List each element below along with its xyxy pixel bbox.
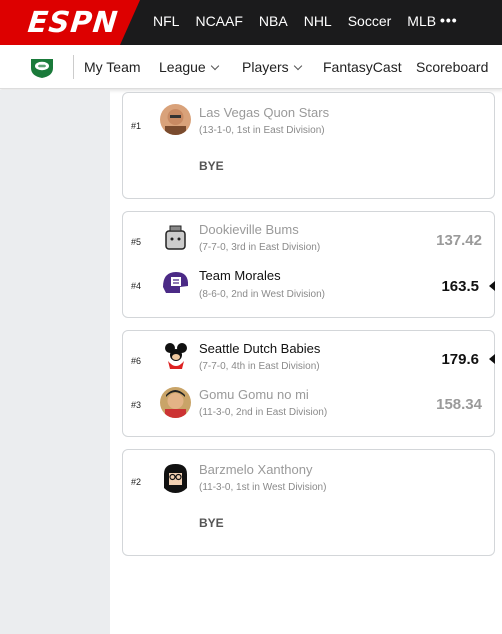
matchup-card[interactable]: #2 Barzmelo Xanthony (11-3-0, 1st in Wes… <box>122 449 495 556</box>
fantasy-subnav: My Team League Players FantasyCast Score… <box>0 45 502 89</box>
team-avatar[interactable] <box>160 341 191 372</box>
team-record: (11-3-0, 2nd in East Division) <box>199 407 328 418</box>
team-rank: #1 <box>131 121 142 131</box>
team-avatar[interactable] <box>160 222 191 253</box>
subnav-divider <box>73 55 74 79</box>
team-record: (11-3-0, 1st in West Division) <box>199 482 327 493</box>
team-name[interactable]: Seattle Dutch Babies <box>199 341 320 356</box>
team-record: (7-7-0, 4th in East Division) <box>199 361 320 372</box>
espn-logo[interactable]: ESPN <box>26 5 120 39</box>
team-rank: #5 <box>131 237 142 247</box>
team-name[interactable]: Team Morales <box>199 268 281 283</box>
my-team-link[interactable]: My Team <box>84 59 141 75</box>
team-avatar[interactable] <box>160 104 191 135</box>
nav-mlb[interactable]: MLB <box>407 13 436 33</box>
team-rank: #3 <box>131 400 142 410</box>
left-rail <box>0 90 110 634</box>
league-menu[interactable]: League <box>159 59 219 75</box>
team-name[interactable]: Barzmelo Xanthony <box>199 462 312 477</box>
team-rank: #4 <box>131 281 142 291</box>
team-avatar[interactable] <box>160 267 191 298</box>
chevron-down-icon <box>210 61 219 71</box>
winner-arrow-icon <box>489 281 495 291</box>
espn-logo-area[interactable]: ESPN <box>0 0 140 45</box>
bye-label: BYE <box>199 516 224 530</box>
team-rank: #2 <box>131 477 142 487</box>
matchup-card[interactable]: #1 Las Vegas Quon Stars (13-1-0, 1st in … <box>122 92 495 199</box>
team-name[interactable]: Las Vegas Quon Stars <box>199 105 329 120</box>
players-label: Players <box>242 59 289 75</box>
team-avatar[interactable] <box>160 387 191 418</box>
league-label: League <box>159 59 206 75</box>
nav-soccer[interactable]: Soccer <box>348 13 392 33</box>
fantasycast-link[interactable]: FantasyCast <box>323 59 402 75</box>
team-avatar[interactable] <box>160 462 191 493</box>
team-name[interactable]: Gomu Gomu no mi <box>199 387 309 402</box>
bye-label: BYE <box>199 159 224 173</box>
players-menu[interactable]: Players <box>242 59 302 75</box>
top-nav-bar: ESPN NFL NCAAF NBA NHL Soccer MLB ••• <box>0 0 502 45</box>
chevron-down-icon <box>293 61 302 71</box>
team-rank: #6 <box>131 356 142 366</box>
nav-nba[interactable]: NBA <box>259 13 288 33</box>
more-icon[interactable]: ••• <box>440 12 458 28</box>
team-record: (7-7-0, 3rd in East Division) <box>199 242 321 253</box>
team-score: 137.42 <box>436 232 482 249</box>
team-score: 163.5 <box>441 278 479 295</box>
matchup-card[interactable]: #5 Dookieville Bums (7-7-0, 3rd in East … <box>122 211 495 318</box>
team-record: (13-1-0, 1st in East Division) <box>199 125 325 136</box>
nav-ncaaf[interactable]: NCAAF <box>195 13 242 33</box>
nav-nfl[interactable]: NFL <box>153 13 179 33</box>
scoreboard-link[interactable]: Scoreboard <box>416 59 488 75</box>
fantasy-football-icon[interactable] <box>28 55 56 79</box>
team-record: (8-6-0, 2nd in West Division) <box>199 289 325 300</box>
sport-nav: NFL NCAAF NBA NHL Soccer MLB <box>153 13 452 33</box>
nav-nhl[interactable]: NHL <box>304 13 332 33</box>
team-name[interactable]: Dookieville Bums <box>199 222 299 237</box>
team-score: 158.34 <box>436 396 482 413</box>
matchup-card[interactable]: #6 Seattle Dutch Babies (7-7-0, 4th in E… <box>122 330 495 437</box>
winner-arrow-icon <box>489 354 495 364</box>
team-score: 179.6 <box>441 351 479 368</box>
